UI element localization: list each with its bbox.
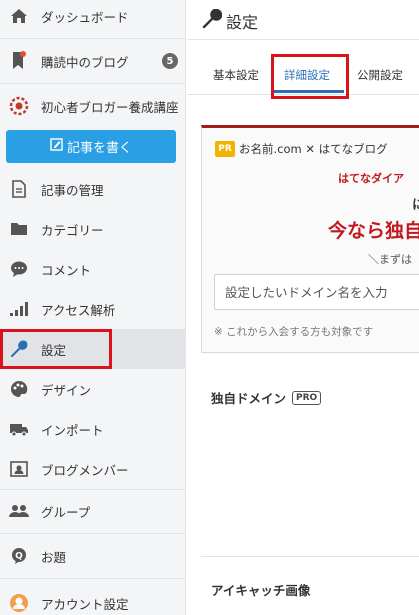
tab-basic-settings[interactable]: 基本設定 [213, 67, 259, 83]
sidebar-item-account[interactable]: アカウント設定 [0, 583, 186, 615]
palette-icon [9, 379, 29, 399]
sidebar-item-label: インポート [41, 422, 104, 438]
sidebar-item-label: 記事の管理 [41, 182, 104, 198]
pro-badge: PRO [292, 390, 322, 405]
sidebar-item-label: ダッシュボード [41, 9, 129, 25]
write-article-button[interactable]: 記事を書く [6, 130, 176, 163]
sidebar-item-label: アカウント設定 [41, 596, 129, 612]
blog-logo-icon [9, 96, 29, 116]
custom-domain-heading: 独自ドメイン PRO [211, 388, 322, 407]
eyecatch-label: アイキャッチ画像 [211, 583, 311, 598]
sidebar-item-dashboard[interactable]: ダッシュボード [0, 0, 186, 36]
tab-publish-settings[interactable]: 公開設定 [357, 67, 403, 83]
sidebar-item-label: デザイン [41, 382, 92, 398]
promo-subheadline: に [412, 194, 419, 213]
sidebar-item-analytics[interactable]: アクセス解析 [0, 289, 186, 329]
sidebar-item-odai[interactable]: Q お題 [0, 536, 186, 576]
promo-callout: ＼まずは [368, 253, 412, 266]
sidebar-item-label: グループ [41, 504, 91, 520]
q-bubble-icon: Q [9, 546, 29, 566]
sidebar-item-label: コメント [41, 262, 92, 278]
custom-domain-label: 独自ドメイン [211, 391, 287, 406]
promo-offer: 今なら独自 [328, 220, 419, 242]
promo-note: ※ これから入会する方も対象です [214, 326, 374, 338]
home-icon [9, 6, 29, 26]
sidebar-item-label: アクセス解析 [41, 302, 116, 318]
section-divider [201, 556, 419, 557]
document-icon [9, 179, 29, 199]
header: 設定 [187, 0, 419, 40]
sidebar-item-articles[interactable]: 記事の管理 [0, 169, 186, 209]
folder-icon [9, 219, 29, 239]
sidebar-item-reading[interactable]: 購読中のブログ 5 [0, 41, 186, 81]
advanced-tab-highlight-box [271, 54, 349, 99]
pencil-icon [50, 138, 63, 155]
promo-headline: はてなダイア [338, 172, 404, 185]
domain-promo-panel: PR お名前.com ✕ はてなブログ はてなダイア に 今なら独自 ＼まずは … [201, 125, 419, 353]
sidebar-item-categories[interactable]: カテゴリー [0, 209, 186, 249]
eyecatch-heading: アイキャッチ画像 [211, 580, 310, 599]
page-title: 設定 [226, 13, 259, 32]
sidebar-item-groups[interactable]: グループ [0, 491, 186, 531]
account-icon [9, 593, 29, 613]
signal-bars-icon [9, 299, 29, 319]
wrench-icon [202, 8, 223, 33]
sidebar: ダッシュボード 購読中のブログ 5 初心者ブロガー養成講座 記事を書く 記事の管… [0, 0, 186, 615]
sidebar-item-comments[interactable]: コメント [0, 249, 186, 289]
sidebar-item-label: カテゴリー [41, 222, 104, 238]
write-article-label: 記事を書く [66, 141, 132, 156]
promo-brand: お名前.com ✕ はてなブログ [239, 142, 388, 156]
main-content: 設定 基本設定 詳細設定 公開設定 PR お名前.com ✕ はてなブログ はて… [187, 0, 419, 615]
settings-tabs: 基本設定 詳細設定 公開設定 [187, 40, 419, 99]
bookmark-icon [9, 51, 29, 71]
comment-icon [9, 259, 29, 279]
pr-tag: PR [215, 141, 235, 157]
settings-highlight-box [0, 329, 112, 369]
id-card-icon [9, 459, 29, 479]
sidebar-item-label: お題 [41, 549, 67, 565]
svg-text:Q: Q [15, 552, 23, 562]
domain-search-input[interactable] [214, 274, 419, 310]
people-icon [9, 501, 29, 521]
sidebar-item-members[interactable]: ブログメンバー [0, 449, 186, 489]
sidebar-item-label: ブログメンバー [41, 462, 129, 478]
truck-icon [9, 419, 29, 439]
sidebar-item-import[interactable]: インポート [0, 409, 186, 449]
sidebar-item-label: 購読中のブログ [41, 54, 129, 70]
sidebar-item-label: 初心者ブロガー養成講座 [41, 99, 179, 115]
sidebar-item-design[interactable]: デザイン [0, 369, 186, 409]
sidebar-item-blog[interactable]: 初心者ブロガー養成講座 [0, 86, 186, 126]
unread-count-badge: 5 [162, 53, 178, 69]
